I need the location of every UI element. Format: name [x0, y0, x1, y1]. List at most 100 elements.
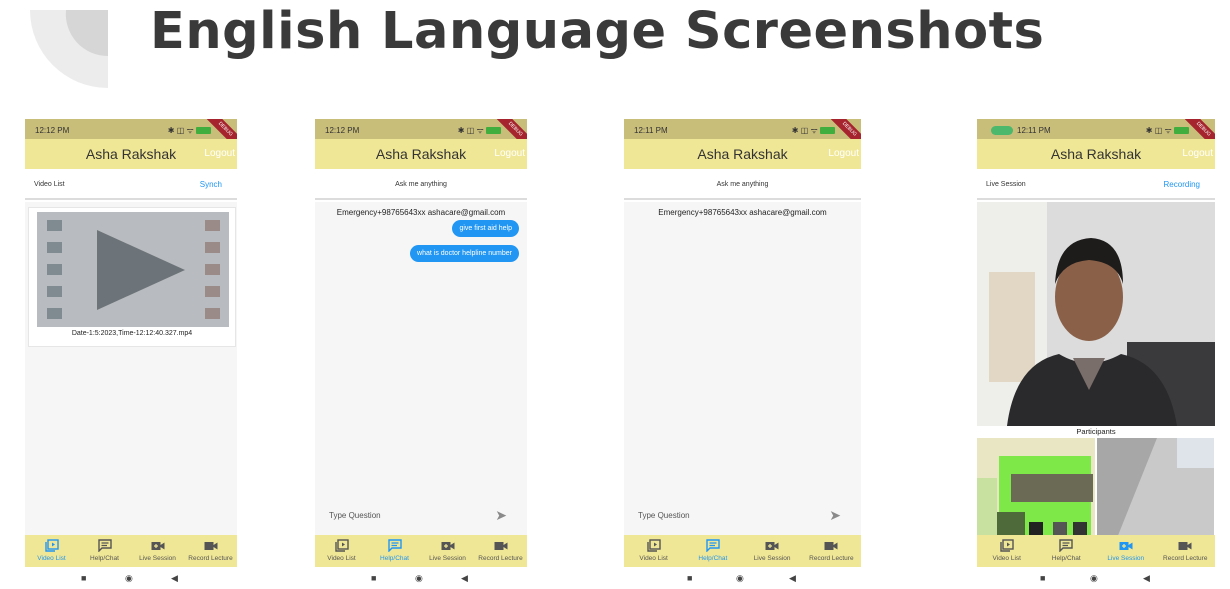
system-nav: ■ ◉ ◀ — [315, 569, 527, 589]
section-title: Ask me anything — [716, 181, 769, 188]
tab-label: Live Session — [429, 555, 466, 562]
back-nav-icon[interactable]: ◀ — [789, 573, 796, 584]
tab-help-chat[interactable]: Help/Chat — [368, 535, 421, 567]
tab-video-list[interactable]: Video List — [977, 535, 1037, 567]
participant-video — [1097, 438, 1214, 535]
question-placeholder: Type Question — [329, 511, 381, 520]
chat-icon — [78, 539, 131, 554]
tab-video-list[interactable]: Video List — [624, 535, 683, 567]
video-library-icon — [977, 539, 1037, 554]
section-title: Live Session — [986, 181, 1026, 188]
tab-help-chat[interactable]: Help/Chat — [78, 535, 131, 567]
phone-help-chat-empty: 12:11 PM ✱ ◫ ᯤ DEBUG Asha Rakshak Logout… — [624, 119, 861, 589]
sub-header: Ask me anything — [624, 169, 861, 200]
tab-record-lecture[interactable]: Record Lecture — [1156, 535, 1216, 567]
tab-live-session[interactable]: Live Session — [421, 535, 474, 567]
tab-label: Record Lecture — [478, 555, 523, 562]
status-icons: ✱ ◫ ᯤ — [1146, 125, 1189, 136]
tab-label: Record Lecture — [809, 555, 854, 562]
square-nav-icon[interactable]: ■ — [81, 573, 86, 583]
video-library-icon — [624, 539, 683, 554]
recording-button[interactable]: Recording — [1164, 180, 1200, 189]
tab-label: Live Session — [753, 555, 791, 562]
sub-header: Video List Synch — [25, 169, 237, 200]
chat-area: Emergency+98765643xx ashacare@gmail.com … — [315, 202, 527, 535]
send-icon[interactable]: ➤ — [495, 507, 507, 524]
video-filename: Date-1:5:2023,Time-12:12:40.327.mp4 — [71, 330, 193, 337]
status-icons: ✱ ◫ ᯤ — [458, 125, 501, 136]
decorative-arc — [30, 10, 108, 88]
tab-label: Help/Chat — [698, 555, 728, 562]
square-nav-icon[interactable]: ■ — [687, 573, 692, 583]
status-time: 12:12 PM — [35, 126, 70, 135]
chat-message: what is doctor helpline number — [410, 245, 519, 262]
videocam-icon — [474, 539, 527, 554]
status-icons: ✱ ◫ ᯤ — [168, 125, 211, 136]
tab-live-session[interactable]: Live Session — [131, 535, 184, 567]
participant-tiles — [977, 438, 1215, 535]
page-title: English Language Screenshots — [150, 2, 1045, 61]
sub-header: Ask me anything — [315, 169, 527, 200]
question-input[interactable]: Type Question ➤ — [624, 501, 861, 535]
tab-record-lecture[interactable]: Record Lecture — [184, 535, 237, 567]
back-nav-icon[interactable]: ◀ — [461, 573, 468, 584]
question-placeholder: Type Question — [638, 511, 690, 520]
participant-tile[interactable] — [1095, 438, 1215, 535]
circle-nav-icon[interactable]: ◉ — [415, 573, 423, 584]
play-icon[interactable] — [37, 212, 229, 327]
status-bar: 12:11 PM ✱ ◫ ᯤ DEBUG — [624, 119, 861, 139]
tab-video-list[interactable]: Video List — [315, 535, 368, 567]
logout-button[interactable]: Logout — [494, 148, 525, 159]
square-nav-icon[interactable]: ■ — [371, 573, 376, 583]
tab-label: Record Lecture — [188, 555, 233, 562]
square-nav-icon[interactable]: ■ — [1040, 573, 1045, 583]
video-call-icon — [743, 539, 802, 554]
system-nav: ■ ◉ ◀ — [25, 569, 237, 589]
video-frame — [977, 202, 1215, 426]
live-session-area: Participants — [977, 202, 1215, 535]
back-nav-icon[interactable]: ◀ — [1143, 573, 1150, 584]
circle-nav-icon[interactable]: ◉ — [1090, 573, 1098, 584]
status-time: 12:11 PM — [634, 126, 668, 135]
tab-label: Help/Chat — [90, 555, 119, 562]
logout-button[interactable]: Logout — [828, 148, 859, 159]
tab-label: Video List — [37, 555, 66, 562]
chat-area: Emergency+98765643xx ashacare@gmail.com … — [624, 202, 861, 535]
logout-button[interactable]: Logout — [204, 148, 235, 159]
tab-record-lecture[interactable]: Record Lecture — [474, 535, 527, 567]
tab-record-lecture[interactable]: Record Lecture — [802, 535, 861, 567]
synch-button[interactable]: Synch — [200, 180, 222, 189]
logout-button[interactable]: Logout — [1182, 148, 1213, 159]
question-input[interactable]: Type Question ➤ — [315, 501, 527, 535]
tab-label: Live Session — [139, 555, 176, 562]
app-title: Asha Rakshak — [697, 146, 788, 162]
sub-header: Live Session Recording — [977, 169, 1215, 200]
video-library-icon — [315, 539, 368, 554]
status-bar: 12:12 PM ✱ ◫ ᯤ DEBUG — [25, 119, 237, 139]
tab-label: Video List — [327, 555, 356, 562]
chat-icon — [368, 539, 421, 554]
app-title: Asha Rakshak — [1050, 146, 1142, 162]
video-card[interactable]: Date-1:5:2023,Time-12:12:40.327.mp4 — [28, 207, 236, 347]
bottom-nav: Video List Help/Chat Live Session Record… — [977, 535, 1215, 567]
tab-help-chat[interactable]: Help/Chat — [683, 535, 742, 567]
system-nav: ■ ◉ ◀ — [624, 569, 861, 589]
tab-video-list[interactable]: Video List — [25, 535, 78, 567]
send-icon[interactable]: ➤ — [829, 507, 841, 524]
tab-live-session[interactable]: Live Session — [1096, 535, 1156, 567]
section-title: Video List — [34, 181, 65, 188]
tab-label: Video List — [639, 555, 668, 562]
chat-icon — [683, 539, 742, 554]
tab-live-session[interactable]: Live Session — [743, 535, 802, 567]
videocam-icon — [184, 539, 237, 554]
circle-nav-icon[interactable]: ◉ — [125, 573, 133, 584]
status-bar: 12:12 PM ✱ ◫ ᯤ DEBUG — [315, 119, 527, 139]
tab-help-chat[interactable]: Help/Chat — [1037, 535, 1097, 567]
circle-nav-icon[interactable]: ◉ — [736, 573, 744, 584]
app-bar: Asha Rakshak Logout — [624, 139, 861, 169]
participant-tile[interactable] — [977, 438, 1095, 535]
app-bar: Asha Rakshak Logout — [315, 139, 527, 169]
video-call-icon — [1096, 539, 1156, 554]
video-call-icon — [421, 539, 474, 554]
back-nav-icon[interactable]: ◀ — [171, 573, 178, 584]
